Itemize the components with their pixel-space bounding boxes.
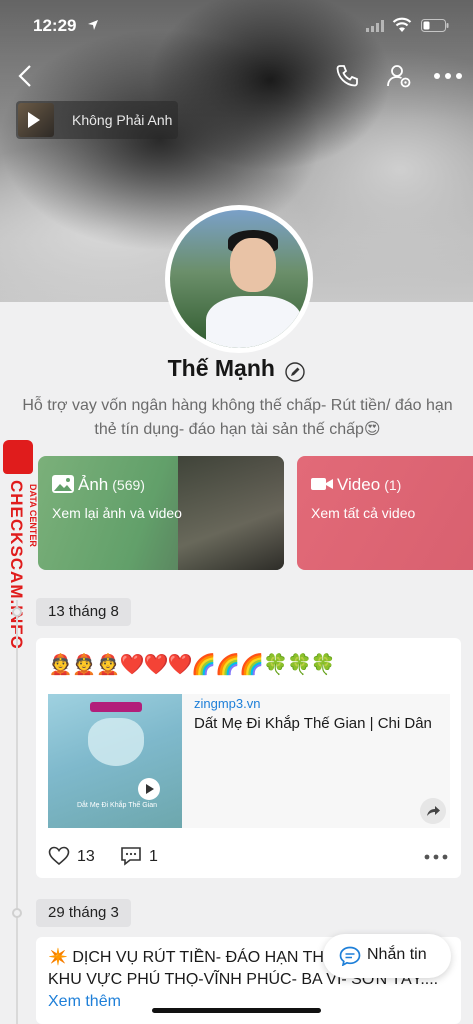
play-icon[interactable] bbox=[138, 778, 160, 800]
home-indicator bbox=[152, 1008, 321, 1013]
message-label: Nhắn tin bbox=[367, 946, 427, 963]
more-options-icon[interactable] bbox=[424, 854, 448, 860]
post-date: 29 tháng 3 bbox=[36, 899, 131, 927]
post-date: 13 tháng 8 bbox=[36, 598, 131, 626]
chat-bubble-icon bbox=[339, 946, 361, 966]
music-thumbnail bbox=[18, 103, 54, 137]
comment-count: 1 bbox=[149, 848, 158, 865]
thumbnail-caption: Dắt Mẹ Đi Khắp Thế Gian bbox=[76, 802, 158, 809]
photos-count: (569) bbox=[112, 477, 145, 493]
cellular-signal-icon bbox=[366, 20, 384, 32]
share-icon[interactable] bbox=[420, 798, 446, 824]
music-title: Không Phải Anh bbox=[72, 112, 173, 128]
link-thumbnail: Dắt Mẹ Đi Khắp Thế Gian bbox=[48, 694, 182, 828]
edit-name-icon[interactable] bbox=[285, 362, 306, 382]
video-label: Video bbox=[337, 475, 381, 494]
comment-icon[interactable] bbox=[120, 846, 142, 866]
like-count: 13 bbox=[77, 848, 95, 865]
link-title: Dất Mẹ Đi Khắp Thế Gian | Chi Dân bbox=[194, 715, 432, 732]
video-tile[interactable]: Video (1) Xem tất cả video bbox=[297, 456, 473, 570]
video-camera-icon bbox=[311, 478, 333, 490]
timeline-dot bbox=[12, 607, 22, 617]
timeline-dot bbox=[12, 908, 22, 918]
profile-name: Thế Mạnh bbox=[167, 355, 275, 381]
photos-label: Ảnh bbox=[78, 475, 109, 494]
user-settings-icon[interactable] bbox=[386, 63, 412, 89]
image-icon bbox=[52, 475, 74, 493]
location-arrow-icon bbox=[88, 20, 98, 30]
profile-bio: Hỗ trợ vay vốn ngân hàng không thế chấp-… bbox=[22, 397, 453, 438]
status-bar: 12:29 bbox=[0, 0, 473, 50]
link-domain: zingmp3.vn bbox=[194, 696, 261, 711]
play-icon[interactable] bbox=[28, 112, 40, 128]
watermark-sub: DATA CENTER bbox=[28, 484, 38, 547]
photos-subtitle: Xem lại ảnh và video bbox=[52, 505, 182, 521]
post-card[interactable]: 👲👲👲❤️❤️❤️🌈🌈🌈🍀🍀🍀 Dắt Mẹ Đi Khắp Thế Gian … bbox=[36, 638, 461, 878]
more-options-icon[interactable] bbox=[433, 72, 463, 80]
video-count: (1) bbox=[384, 477, 402, 493]
heart-icon[interactable] bbox=[48, 846, 70, 866]
profile-name-row: Thế Mạnh bbox=[0, 355, 473, 382]
photos-tile[interactable]: Ảnh (569) Xem lại ảnh và video bbox=[38, 456, 284, 570]
status-time: 12:29 bbox=[33, 16, 77, 35]
lock-icon bbox=[3, 440, 33, 474]
video-subtitle: Xem tất cả video bbox=[311, 505, 416, 521]
profile-music-player[interactable]: Không Phải Anh bbox=[16, 101, 178, 139]
battery-icon bbox=[421, 19, 449, 32]
timeline-line bbox=[16, 600, 18, 1024]
phone-icon[interactable] bbox=[335, 64, 359, 88]
back-icon[interactable] bbox=[16, 64, 36, 88]
post-emojis: 👲👲👲❤️❤️❤️🌈🌈🌈🍀🍀🍀 bbox=[48, 654, 336, 676]
link-preview[interactable]: Dắt Mẹ Đi Khắp Thế Gian zingmp3.vn Dất M… bbox=[48, 694, 450, 828]
avatar[interactable] bbox=[170, 210, 308, 348]
message-button[interactable]: Nhắn tin bbox=[323, 934, 451, 978]
see-more-link[interactable]: Xem thêm bbox=[48, 993, 121, 1010]
wifi-icon bbox=[392, 17, 412, 32]
watermark: CHECKSCAM.INFO DATA CENTER bbox=[0, 440, 40, 670]
